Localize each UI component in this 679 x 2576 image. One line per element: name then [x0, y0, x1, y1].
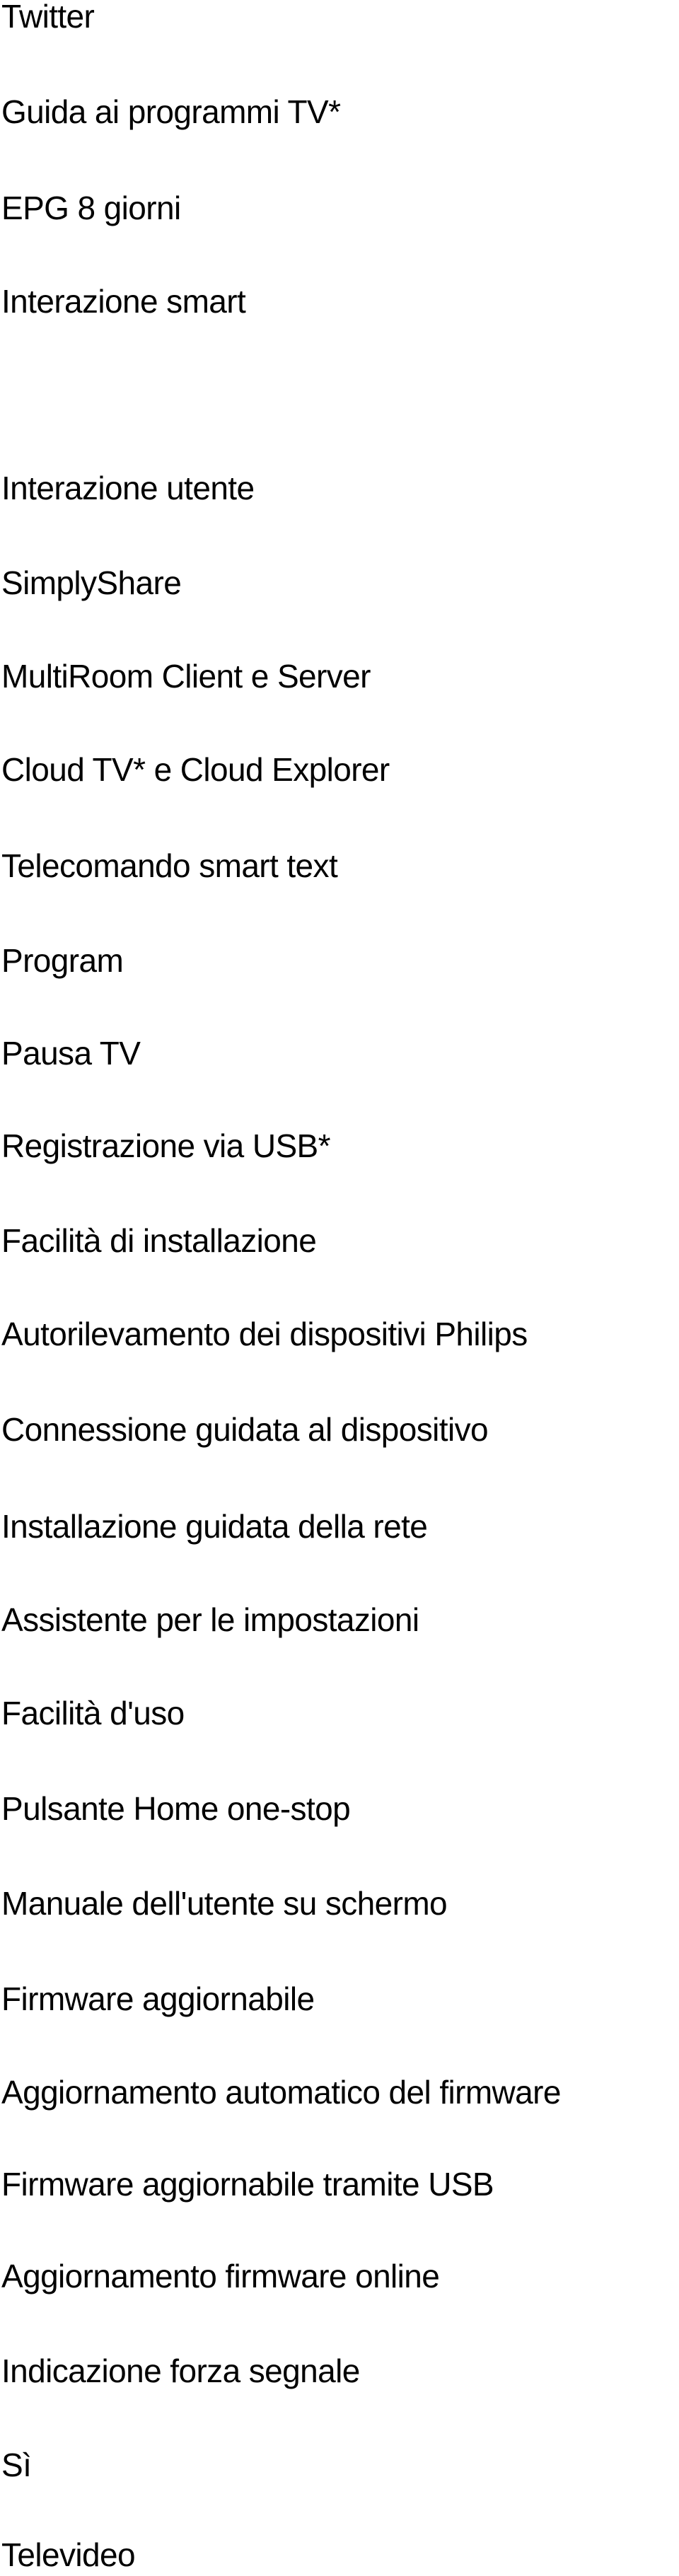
document-page: Twitter Guida ai programmi TV* EPG 8 gio… [0, 0, 679, 2573]
doc-line: Assistente per le impostazioni [1, 1601, 419, 1638]
doc-line: Interazione utente [1, 470, 255, 506]
doc-line: Autorilevamento dei dispositivi Philips [1, 1316, 528, 1352]
doc-line: EPG 8 giorni [1, 190, 181, 226]
doc-line: Program [1, 942, 124, 979]
doc-line: Televideo [1, 2536, 136, 2573]
doc-line: Aggiornamento automatico del firmware [1, 2074, 561, 2111]
doc-line: Connessione guidata al dispositivo [1, 1411, 489, 1448]
doc-line: Firmware aggiornabile tramite USB [1, 2166, 494, 2203]
doc-line: Twitter [1, 0, 95, 35]
doc-line: Cloud TV* e Cloud Explorer [1, 751, 390, 788]
doc-line: Facilità di installazione [1, 1222, 317, 1259]
doc-line: Firmware aggiornabile [1, 1980, 315, 2017]
doc-line: Manuale dell'utente su schermo [1, 1885, 448, 1922]
doc-line: Aggiornamento firmware online [1, 2258, 440, 2294]
doc-line: Interazione smart [1, 283, 246, 320]
doc-line: Indicazione forza segnale [1, 2352, 360, 2389]
doc-line: Facilità d'uso [1, 1695, 185, 1731]
doc-line: Telecomando smart text [1, 847, 338, 884]
doc-line: Installazione guidata della rete [1, 1508, 428, 1545]
doc-line: SimplyShare [1, 564, 182, 601]
doc-line: MultiRoom Client e Server [1, 658, 371, 695]
doc-line: Pausa TV [1, 1035, 141, 1072]
doc-line: Registrazione via USB* [1, 1127, 331, 1164]
doc-line: Guida ai programmi TV* [1, 93, 341, 130]
doc-line: Sì [1, 2447, 32, 2483]
doc-line: Pulsante Home one-stop [1, 1790, 351, 1827]
